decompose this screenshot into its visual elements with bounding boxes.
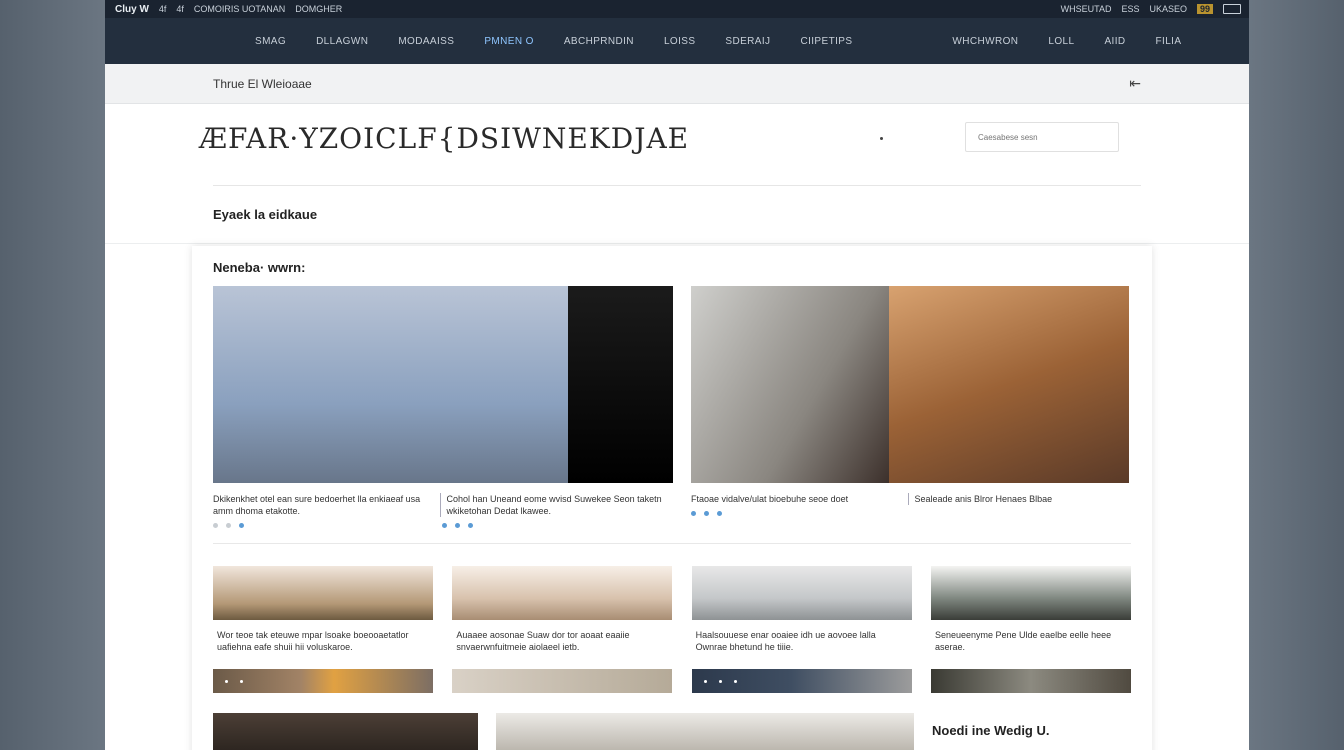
strip-dot (718, 679, 722, 683)
nav-item[interactable]: ABCHPRNDIN (564, 36, 634, 47)
search-input[interactable] (965, 122, 1119, 152)
display-icon[interactable] (1223, 4, 1241, 14)
nav-item-active[interactable]: PMNEN O (484, 36, 533, 47)
bottom-thumbnail[interactable] (213, 713, 478, 750)
carousel-dot-active[interactable] (704, 511, 709, 516)
article-caption[interactable]: Auaaee aosonae Suaw dor tor aoaat eaaiie… (452, 629, 672, 653)
article-card[interactable]: Haalsouuese enar ooaiee idh ue aovoee la… (691, 566, 912, 693)
main-nav: SMAG DLLAGWN MODAAISS PMNEN O ABCHPRNDIN… (105, 18, 1249, 64)
article-thumb-strip[interactable] (930, 669, 1131, 693)
article-thumbnail[interactable] (213, 566, 433, 620)
topbar-item[interactable]: 4f (176, 4, 184, 14)
topbar-item[interactable]: UKASEO (1149, 4, 1187, 14)
featured-row: Dkikenkhet otel ean sure bedoerhet lla e… (213, 286, 1131, 528)
strip-dot (240, 679, 243, 683)
carousel-dot[interactable] (226, 523, 231, 528)
site-logo[interactable]: Cluy W (115, 4, 149, 15)
article-caption[interactable]: Wor teoe tak eteuwe mpar lsoake boeooaet… (213, 629, 433, 653)
topbar-item[interactable]: COMOIRIS UOTANAN (194, 4, 285, 14)
top-utility-bar: Cluy W 4f 4f COMOIRIS UOTANAN DOMGHER WH… (105, 0, 1249, 18)
brand-row: ÆFAR·YZOICLF{DSIWNEKDJAE (199, 104, 1141, 186)
card-caption[interactable]: Ftaoae vidalve/ulat bioebuhe seoe doet (691, 493, 908, 505)
photo-dark-panel (568, 286, 673, 483)
strip-dot (225, 679, 228, 683)
topbar-item[interactable]: WHSEUTAD (1061, 4, 1112, 14)
article-row: Wor teoe tak eteuwe mpar lsoake boeooaet… (213, 566, 1131, 693)
article-card[interactable]: Auaaee aosonae Suaw dor tor aoaat eaaiie… (452, 566, 673, 693)
browser-window: Cluy W 4f 4f COMOIRIS UOTANAN DOMGHER WH… (105, 0, 1249, 750)
article-thumb-strip[interactable] (691, 669, 912, 693)
carousel-dot-active[interactable] (717, 511, 722, 516)
back-arrow-icon[interactable]: ⇤ (1129, 75, 1141, 92)
subheader-bar: Thrue El Wleioaae ⇤ (105, 64, 1249, 104)
nav-item[interactable]: MODAAISS (398, 36, 454, 47)
featured-card[interactable]: Ftaoae vidalve/ulat bioebuhe seoe doet S… (691, 286, 1131, 528)
featured-image[interactable] (213, 286, 673, 483)
carousel-dot-active[interactable] (239, 523, 244, 528)
content-label: Neneba· wwrn: (213, 260, 306, 275)
carousel-dot-active[interactable] (691, 511, 696, 516)
content-panel: Neneba· wwrn: Dkikenkhet otel ean sure b… (192, 246, 1152, 750)
feature-title[interactable]: Noedi ine Wedig U. (932, 713, 1050, 750)
section-title: Eyaek la eidkaue (105, 186, 1249, 244)
article-caption[interactable]: Haalsouuese enar ooaiee idh ue aovoee la… (692, 629, 912, 653)
article-thumbnail[interactable] (691, 566, 912, 620)
decorative-dot (880, 137, 883, 140)
article-caption[interactable]: Seneueenyme Pene Ulde eaelbe eelle heee … (931, 629, 1131, 653)
carousel-dots (691, 511, 1131, 516)
article-card[interactable]: Wor teoe tak eteuwe mpar lsoake boeooaet… (213, 566, 433, 693)
strip-dot (703, 679, 707, 683)
nav-item[interactable]: DLLAGWN (316, 36, 368, 47)
nav-item[interactable]: LOLL (1048, 36, 1074, 47)
article-thumb-strip[interactable] (452, 669, 673, 693)
nav-item[interactable]: FILIA (1156, 36, 1182, 47)
photo-interior-shelves (889, 286, 1129, 483)
backdrop-left (0, 0, 105, 750)
article-thumb-strip[interactable] (213, 669, 433, 693)
topbar-item[interactable]: DOMGHER (295, 4, 342, 14)
photo-architecture (213, 286, 568, 483)
caption-row: Dkikenkhet otel ean sure bedoerhet lla e… (213, 493, 673, 517)
backdrop-right (1249, 0, 1344, 750)
nav-item[interactable]: LOISS (664, 36, 695, 47)
carousel-dot-active[interactable] (455, 523, 460, 528)
bottom-thumbnail[interactable] (496, 713, 914, 750)
featured-card[interactable]: Dkikenkhet otel ean sure bedoerhet lla e… (213, 286, 673, 528)
carousel-dot-active[interactable] (442, 523, 447, 528)
nav-item[interactable]: SDERAIJ (725, 36, 770, 47)
breadcrumb[interactable]: Thrue El Wleioaae (213, 77, 312, 91)
divider (213, 543, 1131, 544)
card-caption[interactable]: Cohol han Uneand eome wvisd Suwekee Seon… (439, 493, 674, 517)
card-caption[interactable]: Sealeade anis Blror Henaes Blbae (907, 493, 1132, 505)
nav-item[interactable]: SMAG (255, 36, 286, 47)
site-wordmark[interactable]: ÆFAR·YZOICLF{DSIWNEKDJAE (199, 122, 689, 155)
carousel-dots (213, 523, 673, 528)
carousel-dot[interactable] (213, 523, 218, 528)
photo-portrait (691, 286, 889, 483)
nav-item[interactable]: AIID (1104, 36, 1125, 47)
article-thumbnail[interactable] (930, 566, 1131, 620)
bottom-row: Noedi ine Wedig U. (213, 713, 1131, 750)
carousel-dot-active[interactable] (468, 523, 473, 528)
caption-row: Ftaoae vidalve/ulat bioebuhe seoe doet S… (691, 493, 1131, 505)
article-card[interactable]: Seneueenyme Pene Ulde eaelbe eelle heee … (930, 566, 1131, 693)
notification-badge[interactable]: 99 (1196, 4, 1213, 14)
card-caption[interactable]: Dkikenkhet otel ean sure bedoerhet lla e… (213, 493, 440, 517)
featured-image[interactable] (691, 286, 1131, 483)
topbar-item[interactable]: ESS (1121, 4, 1139, 14)
nav-item[interactable]: CIIPETIPS (800, 36, 852, 47)
article-thumbnail[interactable] (452, 566, 673, 620)
nav-item[interactable]: WHCHWRON (952, 36, 1018, 47)
strip-dot (733, 679, 737, 683)
topbar-item[interactable]: 4f (159, 4, 167, 14)
